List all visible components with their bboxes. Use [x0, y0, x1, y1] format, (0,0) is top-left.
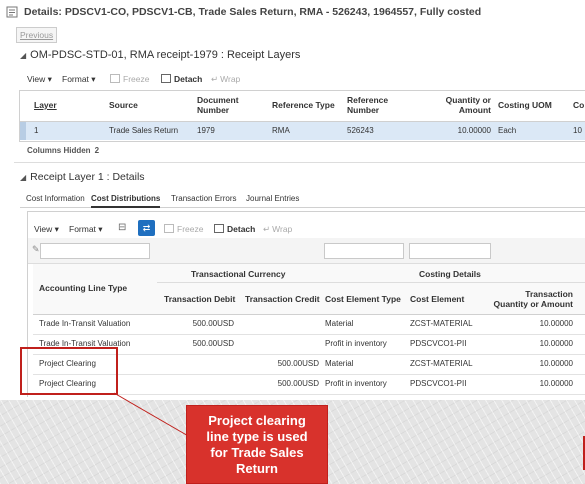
callout-text: Project clearing line type is used for T…	[206, 412, 308, 476]
callout-box: Project clearing line type is used for T…	[186, 405, 328, 484]
